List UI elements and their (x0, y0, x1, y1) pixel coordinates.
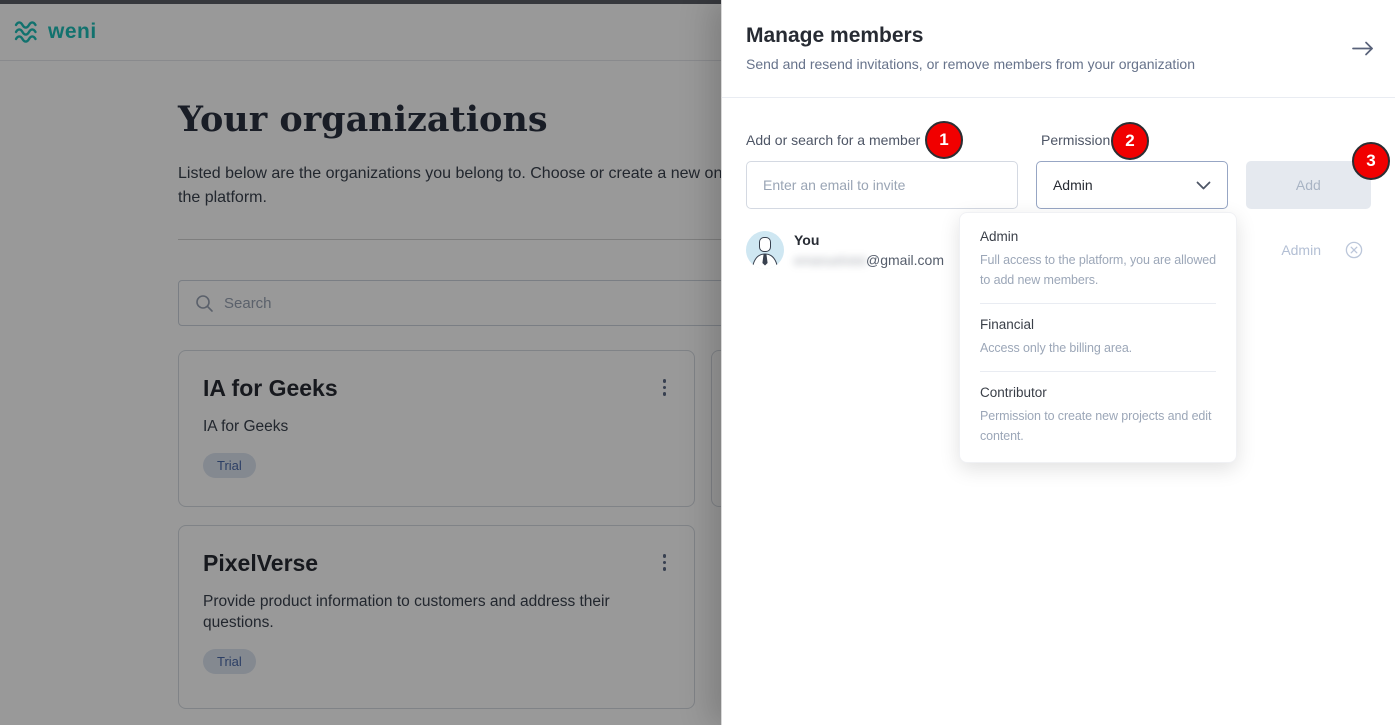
permission-dropdown: Admin Full access to the platform, you a… (959, 212, 1237, 463)
drawer-subtitle: Send and resend invitations, or remove m… (746, 56, 1371, 72)
member-email: emanuelvieira @gmail.com (794, 252, 944, 268)
dropdown-option-financial[interactable]: Financial Access only the billing area. (980, 317, 1216, 358)
annotation-badge-2: 2 (1111, 122, 1149, 160)
dropdown-option-admin[interactable]: Admin Full access to the platform, you a… (980, 229, 1216, 290)
annotation-badge-3: 3 (1352, 142, 1390, 180)
member-field-label: Add or search for a member (746, 132, 1041, 148)
close-drawer-arrow-icon[interactable] (1347, 34, 1379, 62)
member-email-domain: @gmail.com (866, 252, 944, 268)
drawer-header: Manage members Send and resend invitatio… (722, 0, 1395, 98)
permission-selected-value: Admin (1053, 177, 1093, 193)
member-avatar (746, 231, 784, 269)
divider (980, 371, 1216, 372)
add-member-button[interactable]: Add (1246, 161, 1371, 209)
member-role: Admin (1281, 242, 1321, 258)
invite-email-input[interactable] (746, 161, 1018, 209)
dropdown-option-contributor[interactable]: Contributor Permission to create new pro… (980, 385, 1216, 446)
permission-select[interactable]: Admin (1036, 161, 1228, 209)
member-email-redacted: emanuelvieira (794, 253, 866, 268)
chevron-down-icon (1196, 181, 1211, 190)
screen: weni Your organizations Listed below are… (0, 0, 1395, 725)
annotation-badge-1: 1 (925, 121, 963, 159)
drawer-title: Manage members (746, 24, 1371, 48)
remove-member-icon[interactable] (1345, 241, 1363, 259)
divider (980, 303, 1216, 304)
member-name: You (794, 232, 944, 248)
